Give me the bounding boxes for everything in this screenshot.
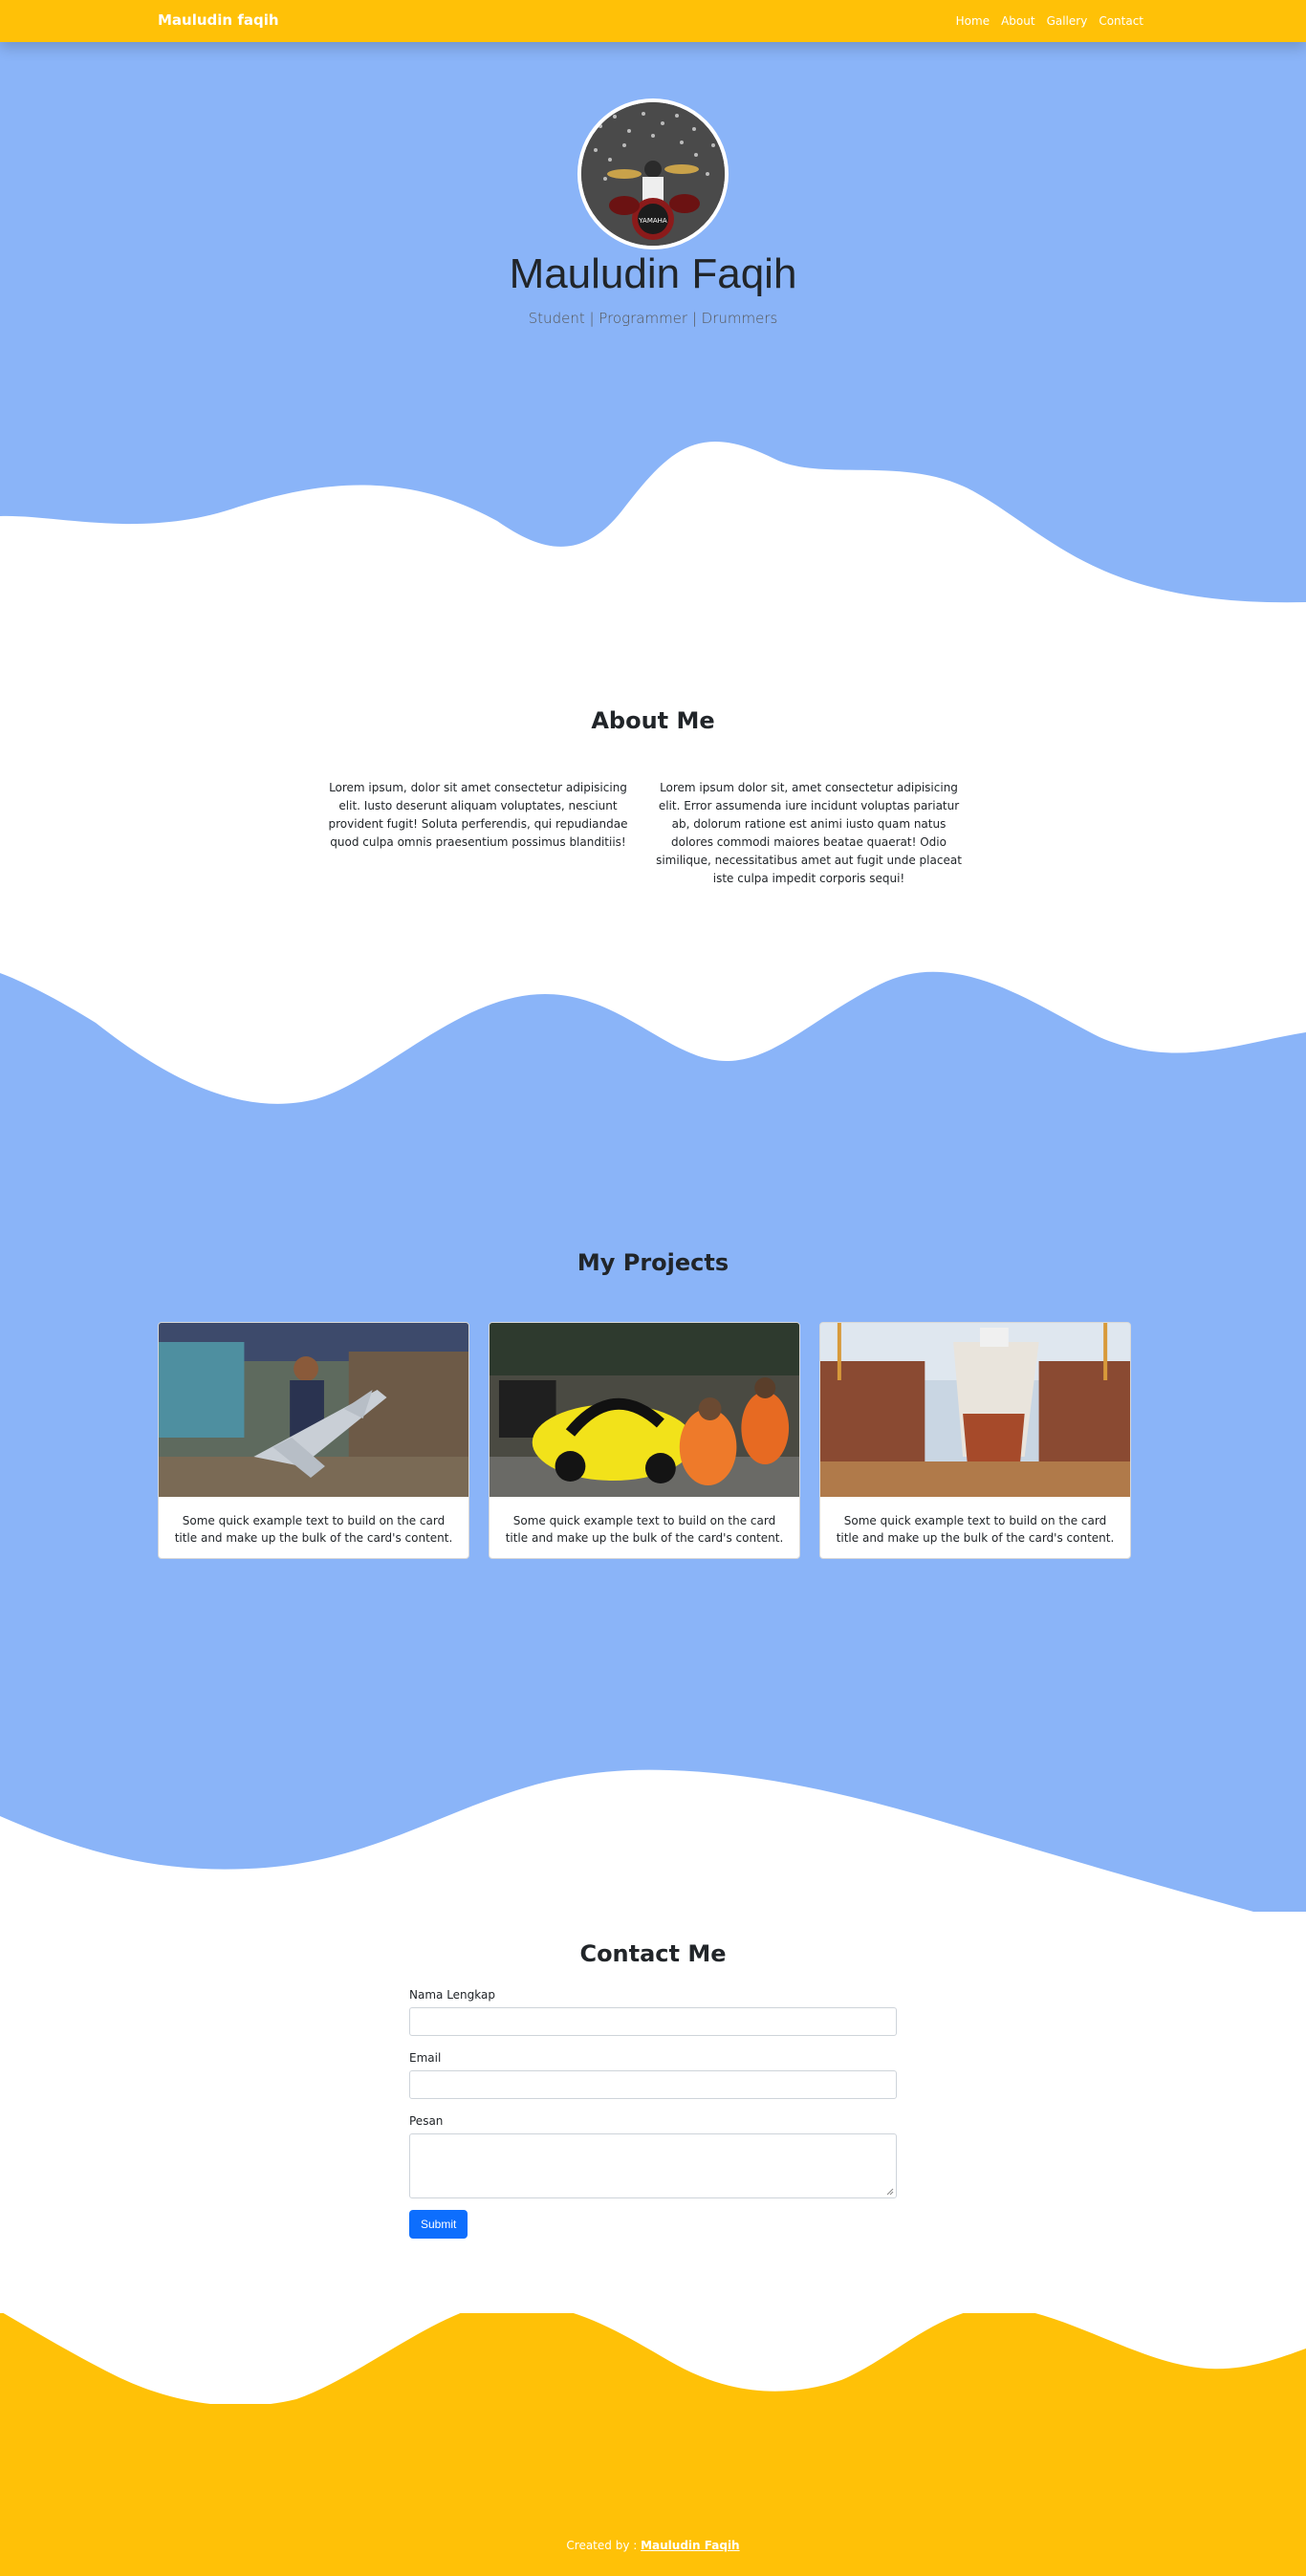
project-card[interactable]: Some quick example text to build on the … [489, 1322, 800, 1559]
project-card-text: Some quick example text to build on the … [505, 1514, 784, 1545]
project-card-text: Some quick example text to build on the … [174, 1514, 453, 1545]
name-field[interactable] [409, 2007, 897, 2036]
name-label: Nama Lengkap [409, 1988, 495, 2002]
message-field[interactable] [409, 2133, 897, 2198]
about-title: About Me [591, 707, 715, 734]
contact-form: Nama Lengkap Email Pesan Submit [409, 1988, 897, 2239]
hero-tagline: Student | Programmer | Drummers [528, 310, 778, 327]
hero-bottom-wave [0, 441, 1306, 669]
project-image-aircraft-model [159, 1323, 468, 1497]
drummer-photo: YAMAHA [581, 102, 725, 246]
projects-bottom-wave [0, 1769, 1306, 1912]
nav-link-gallery[interactable]: Gallery [1047, 14, 1088, 28]
project-image-shipyard [820, 1323, 1130, 1497]
avatar: YAMAHA [577, 98, 729, 249]
nav-link-contact[interactable]: Contact [1099, 14, 1143, 28]
hero-name: Mauludin Faqih [509, 250, 797, 297]
contact-title: Contact Me [579, 1940, 727, 1967]
svg-text:YAMAHA: YAMAHA [638, 217, 667, 225]
projects-top-wave [0, 956, 1306, 1104]
hero-section: YAMAHA Mauludin Faqih Student | Programm… [0, 0, 1306, 669]
resize-handle-icon[interactable] [886, 2188, 894, 2196]
about-text-left: Lorem ipsum, dolor sit amet consectetur … [328, 781, 628, 849]
nav-link-about[interactable]: About [1001, 14, 1034, 28]
footer: Created by : Mauludin Faqih [0, 2241, 1306, 2576]
about-section: About Me Lorem ipsum, dolor sit amet con… [0, 669, 1306, 956]
project-card[interactable]: Some quick example text to build on the … [819, 1322, 1131, 1559]
navbar: Mauludin faqih Home About Gallery Contac… [0, 0, 1306, 42]
project-image-car [490, 1323, 799, 1497]
submit-button[interactable]: Submit [409, 2210, 468, 2239]
footer-author-link[interactable]: Mauludin Faqih [641, 2539, 740, 2552]
navbar-links: Home About Gallery Contact [956, 14, 1143, 28]
projects-section: My Projects Some quick example text to b… [0, 956, 1306, 1912]
nav-link-home[interactable]: Home [956, 14, 990, 28]
footer-credit-prefix: Created by : [566, 2539, 642, 2552]
footer-top-wave [0, 2241, 1306, 2404]
project-cards: Some quick example text to build on the … [158, 1322, 1131, 1559]
project-card[interactable]: Some quick example text to build on the … [158, 1322, 469, 1559]
about-text-right: Lorem ipsum dolor sit, amet consectetur … [656, 781, 962, 885]
footer-credit: Created by : Mauludin Faqih [0, 2539, 1306, 2552]
email-label: Email [409, 2051, 442, 2065]
navbar-brand[interactable]: Mauludin faqih [158, 11, 279, 29]
message-label: Pesan [409, 2114, 444, 2128]
email-field[interactable] [409, 2070, 897, 2099]
projects-title: My Projects [577, 1249, 729, 1276]
project-card-text: Some quick example text to build on the … [836, 1514, 1115, 1545]
